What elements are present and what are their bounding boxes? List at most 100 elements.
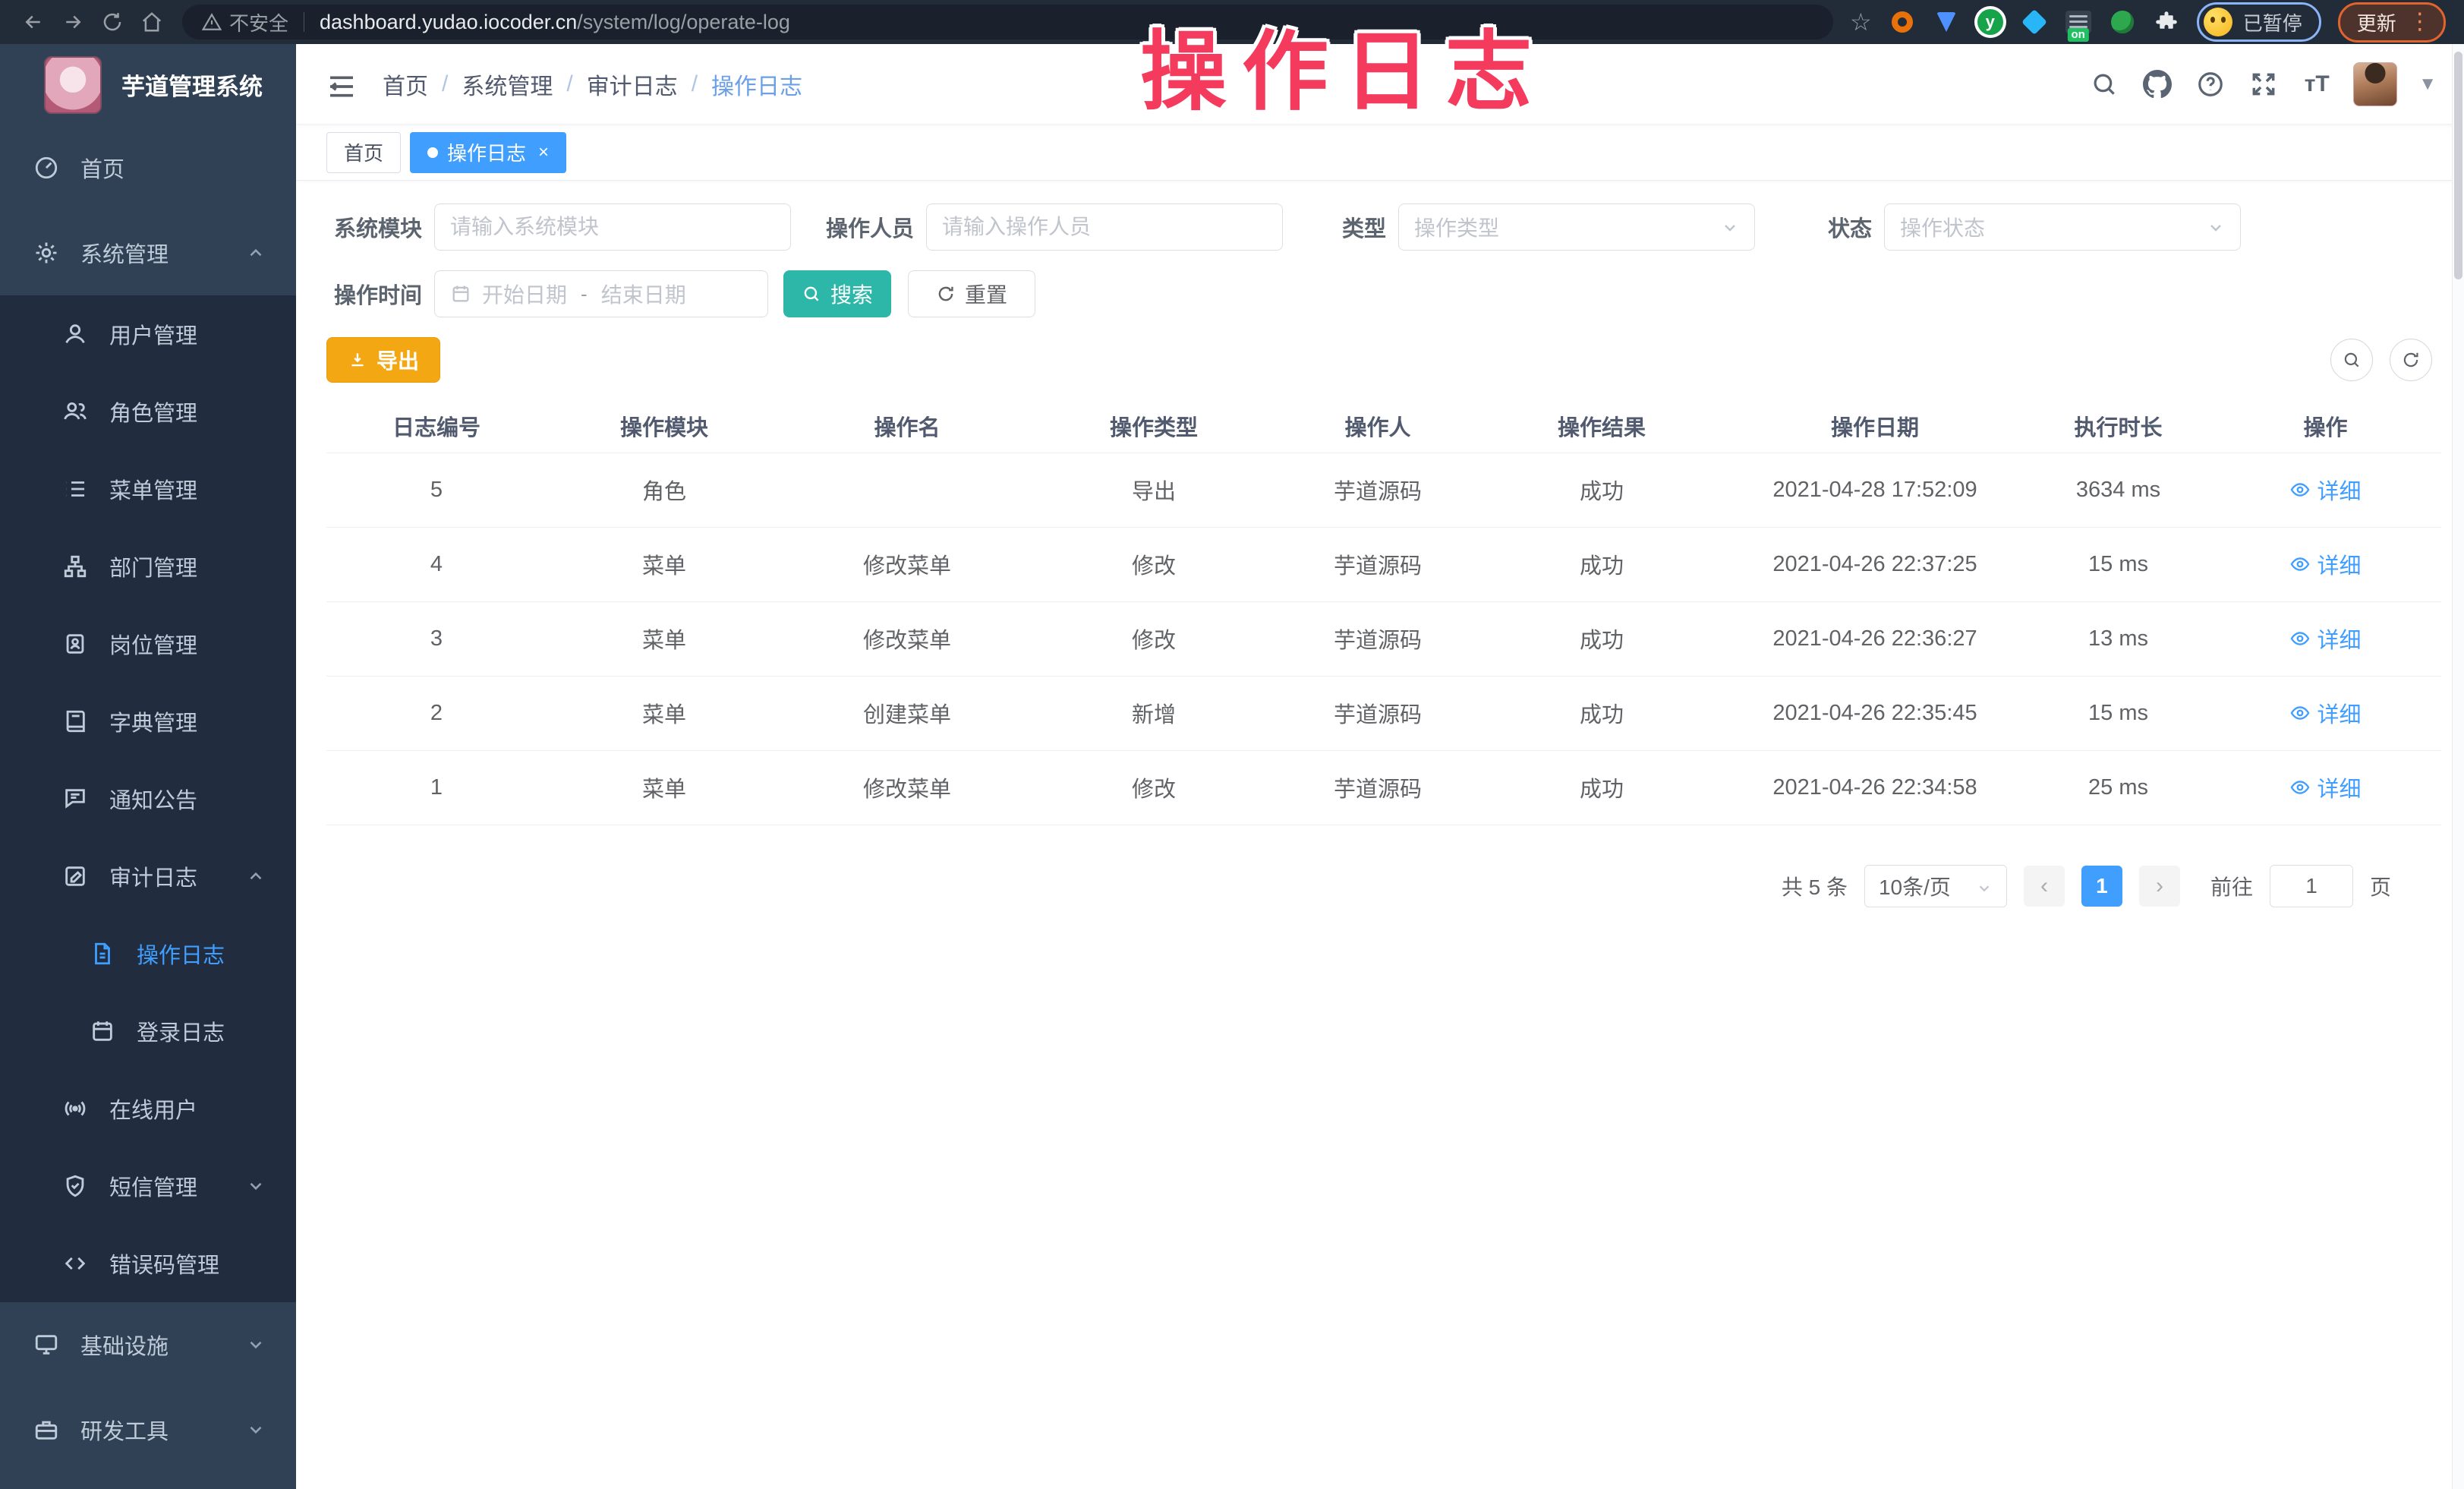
- bookmark-star-icon[interactable]: ☆: [1850, 8, 1872, 36]
- operator-input[interactable]: [942, 215, 1267, 239]
- date-range-picker[interactable]: 开始日期 - 结束日期: [434, 270, 768, 317]
- module-input[interactable]: [450, 215, 775, 239]
- font-size-icon[interactable]: ᴛT: [2300, 68, 2333, 101]
- reload-icon[interactable]: [93, 5, 132, 39]
- detail-link[interactable]: 详细: [2289, 623, 2361, 655]
- page-size-select[interactable]: 10条/页: [1864, 865, 2007, 907]
- chevron-down-icon: [2207, 218, 2225, 236]
- help-icon[interactable]: [2194, 68, 2227, 101]
- prev-page-button[interactable]: ‹: [2024, 866, 2065, 907]
- header-search-icon[interactable]: [2087, 68, 2121, 101]
- download-icon: [348, 350, 367, 370]
- sidebar-item-label: 在线用户: [109, 1093, 197, 1125]
- extensions-puzzle-icon[interactable]: [2153, 8, 2180, 36]
- sidebar-item-label: 短信管理: [109, 1170, 197, 1202]
- extension-icon-blue-drop[interactable]: [1933, 8, 1960, 36]
- chevron-down-icon: [1721, 218, 1739, 236]
- start-date-placeholder[interactable]: 开始日期: [482, 279, 567, 309]
- reset-button-label: 重置: [965, 279, 1007, 309]
- cell-result: 成功: [1480, 453, 1723, 527]
- chevron-down-icon: [246, 1335, 266, 1355]
- cell-result: 成功: [1480, 676, 1723, 750]
- status-select[interactable]: 操作状态: [1884, 203, 2241, 251]
- sidebar-toggle-icon[interactable]: [326, 71, 357, 97]
- cell-type: 新增: [1032, 676, 1275, 750]
- breadcrumb-item[interactable]: 首页: [383, 68, 428, 101]
- next-page-button[interactable]: ›: [2139, 866, 2180, 907]
- cell-type: 修改: [1032, 750, 1275, 825]
- detail-link[interactable]: 详细: [2289, 548, 2361, 580]
- detail-link[interactable]: 详细: [2289, 771, 2361, 803]
- fullscreen-icon[interactable]: [2247, 68, 2280, 101]
- profile-chip[interactable]: 已暂停: [2197, 2, 2321, 42]
- app-logo-row[interactable]: 芋道管理系统: [0, 44, 296, 125]
- sidebar-item-infrastructure[interactable]: 基础设施: [0, 1302, 296, 1387]
- back-icon[interactable]: [14, 5, 53, 39]
- address-bar[interactable]: 不安全 dashboard.yudao.iocoder.cn/system/lo…: [182, 5, 1833, 39]
- goto-page-input[interactable]: [2277, 874, 2346, 898]
- detail-link[interactable]: 详细: [2289, 697, 2361, 729]
- tab-close-icon[interactable]: ×: [538, 144, 549, 162]
- tab-operate-log[interactable]: 操作日志 ×: [410, 132, 566, 173]
- sidebar-item-label: 通知公告: [109, 783, 197, 815]
- chevron-up-icon: [246, 243, 266, 263]
- extension-icon-green[interactable]: [2109, 8, 2136, 36]
- current-page-button[interactable]: 1: [2081, 866, 2122, 907]
- detail-link-label: 详细: [2317, 474, 2361, 506]
- detail-link[interactable]: 详细: [2289, 474, 2361, 506]
- sidebar-item-audit-log[interactable]: 审计日志: [0, 838, 296, 915]
- sidebar-item-system[interactable]: 系统管理: [0, 210, 296, 295]
- cell-module: 菜单: [547, 676, 782, 750]
- extension-icon-proxy[interactable]: on: [2065, 8, 2092, 36]
- toggle-search-button[interactable]: [2330, 339, 2373, 381]
- screen: 不安全 dashboard.yudao.iocoder.cn/system/lo…: [0, 0, 2464, 1489]
- sidebar-item-menus[interactable]: 菜单管理: [0, 450, 296, 528]
- cell-duration: 15 ms: [2027, 527, 2210, 601]
- extension-icon-gem[interactable]: [2021, 8, 2048, 36]
- document-icon: [90, 941, 115, 967]
- type-select[interactable]: 操作类型: [1398, 203, 1755, 251]
- tab-home[interactable]: 首页: [326, 132, 401, 173]
- sidebar-item-users[interactable]: 用户管理: [0, 295, 296, 373]
- cell-type: 修改: [1032, 527, 1275, 601]
- sidebar-item-dev-tools[interactable]: 研发工具: [0, 1387, 296, 1472]
- sidebar-item-dict[interactable]: 字典管理: [0, 683, 296, 760]
- table-row: 1 菜单 修改菜单 修改 芋道源码 成功 2021-04-26 22:34:58…: [326, 750, 2441, 825]
- profile-avatar-emoji: [2204, 8, 2232, 36]
- extension-icon-green-y[interactable]: y: [1977, 8, 2004, 36]
- reset-button[interactable]: 重置: [908, 270, 1035, 317]
- search-button-label: 搜索: [830, 279, 873, 309]
- sidebar-item-roles[interactable]: 角色管理: [0, 373, 296, 450]
- system-submenu: 用户管理 角色管理 菜单管理 部门管理 岗位管理 字典管理: [0, 295, 296, 1302]
- sidebar-item-online-users[interactable]: 在线用户: [0, 1070, 296, 1147]
- sidebar-item-home[interactable]: 首页: [0, 125, 296, 210]
- sidebar-item-operate-log[interactable]: 操作日志: [0, 915, 296, 992]
- avatar-caret-icon[interactable]: ▼: [2418, 74, 2437, 95]
- sidebar-item-posts[interactable]: 岗位管理: [0, 605, 296, 683]
- refresh-table-button[interactable]: [2390, 339, 2432, 381]
- sidebar-item-login-log[interactable]: 登录日志: [0, 992, 296, 1070]
- sidebar-item-departments[interactable]: 部门管理: [0, 528, 296, 605]
- sidebar-item-notice[interactable]: 通知公告: [0, 760, 296, 838]
- page-scrollbar[interactable]: [2452, 44, 2464, 1489]
- book-icon: [62, 708, 88, 734]
- user-avatar[interactable]: [2353, 62, 2397, 106]
- breadcrumb-item[interactable]: 审计日志: [587, 68, 678, 101]
- end-date-placeholder[interactable]: 结束日期: [601, 279, 686, 309]
- sidebar-item-error-codes[interactable]: 错误码管理: [0, 1225, 296, 1302]
- sidebar-item-sms[interactable]: 短信管理: [0, 1147, 296, 1225]
- export-button[interactable]: 导出: [326, 337, 440, 383]
- sidebar-item-label: 角色管理: [109, 396, 197, 427]
- forward-icon[interactable]: [53, 5, 93, 39]
- github-icon[interactable]: [2141, 68, 2174, 101]
- extension-icon-orange[interactable]: [1889, 8, 1916, 36]
- home-icon[interactable]: [132, 5, 172, 39]
- scrollbar-thumb[interactable]: [2454, 52, 2462, 279]
- sidebar-item-label: 用户管理: [109, 318, 197, 350]
- search-button[interactable]: 搜索: [783, 270, 891, 317]
- breadcrumb-item[interactable]: 系统管理: [462, 68, 553, 101]
- browser-menu-icon[interactable]: ⋮: [2409, 11, 2431, 33]
- breadcrumb-current: 操作日志: [711, 68, 802, 101]
- update-chip[interactable]: 更新 ⋮: [2338, 2, 2446, 43]
- eye-icon: [2289, 777, 2311, 798]
